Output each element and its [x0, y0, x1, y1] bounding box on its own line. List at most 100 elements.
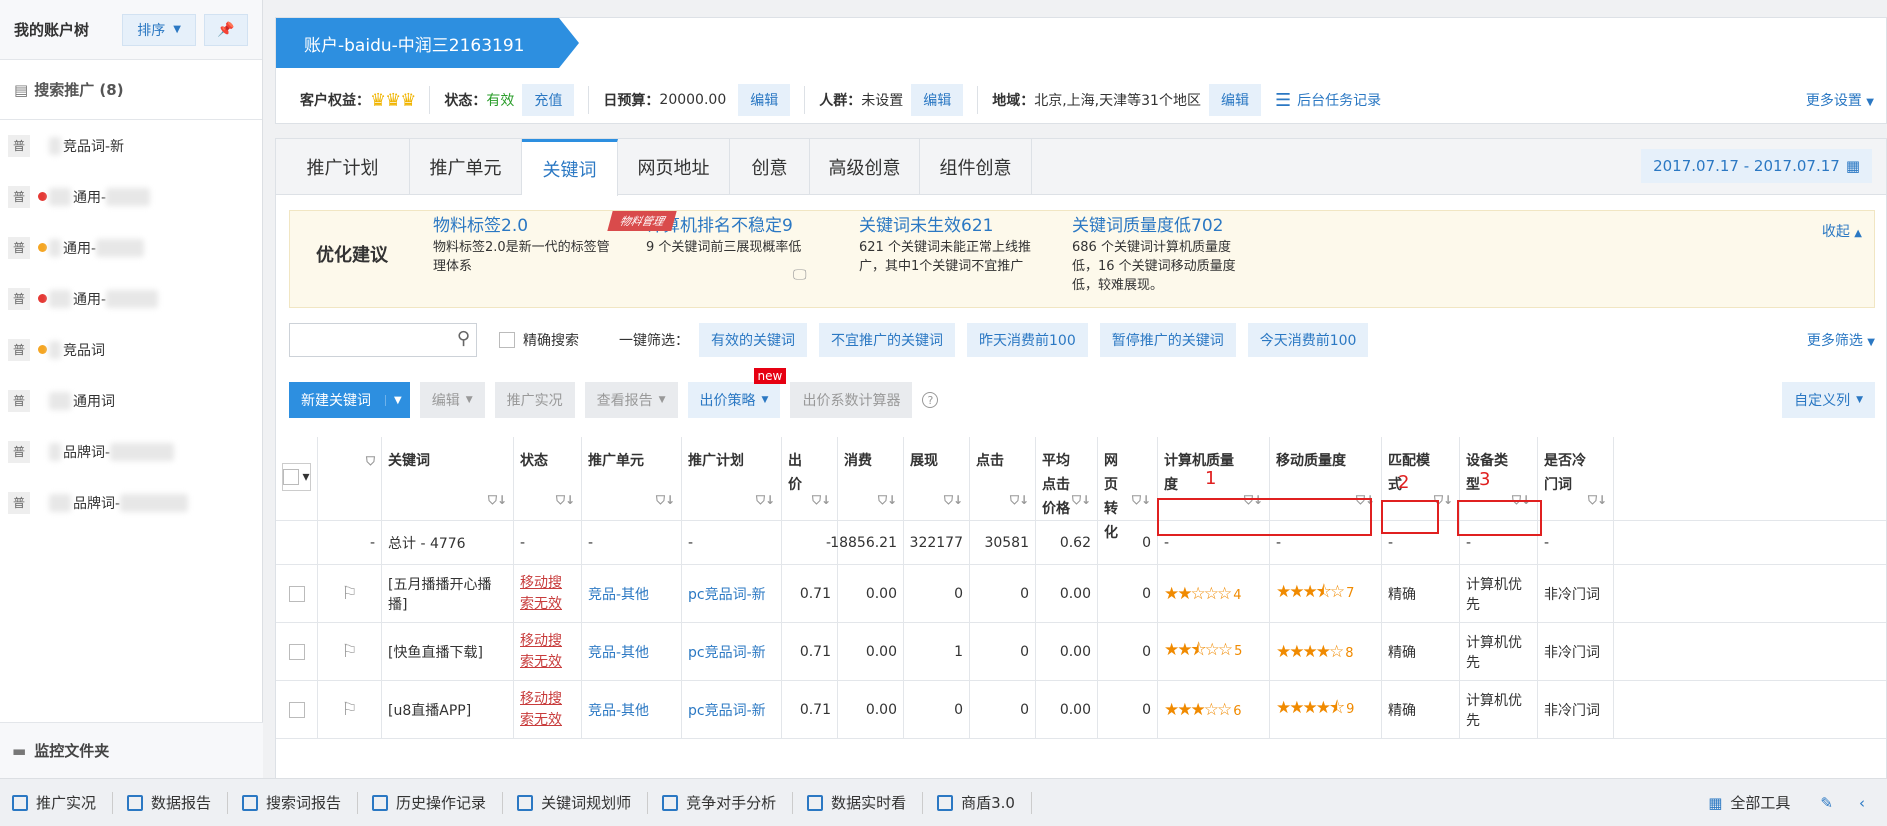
edit-button[interactable]: 编辑 ▼ [419, 382, 485, 418]
live-preview-button[interactable]: 推广实况 [494, 382, 575, 418]
table-cell: - [1538, 521, 1614, 564]
quick-filter-button[interactable]: 不宜推广的关键词 [819, 323, 955, 357]
new-keyword-button[interactable]: 新建关键词 ▼ [289, 382, 410, 418]
sort-icon[interactable]: ⛉↓ [1072, 488, 1091, 512]
row-checkbox[interactable] [288, 643, 305, 660]
sidebar-campaign-item[interactable]: 普 品牌词- [0, 477, 262, 528]
sort-icon[interactable]: ⛉↓ [656, 488, 675, 512]
sort-icon[interactable]: ⛉↓ [1132, 488, 1151, 512]
plan-link[interactable]: pc竞品词-新 [688, 642, 766, 662]
sidebar-campaign-item[interactable]: 普 品牌词- [0, 426, 262, 477]
bottom-tool-item[interactable]: 推广实况 [12, 791, 114, 814]
sort-icon[interactable]: ⛉↓ [756, 488, 775, 512]
monitor-folder[interactable]: ▬ 监控文件夹 [0, 722, 263, 778]
advice-item-link[interactable]: 关键词质量度低702 [1072, 217, 1282, 236]
unit-link[interactable]: 竞品-其他 [588, 700, 649, 720]
status-dot [38, 498, 47, 507]
bottom-tool-item[interactable]: 竞争对手分析 [662, 791, 794, 814]
total-cell: - [588, 534, 594, 551]
keyword-search-input[interactable]: ⚲ [289, 323, 477, 357]
sidebar-campaign-item[interactable]: 普 通用词 [0, 375, 262, 426]
sidebar-campaign-item[interactable]: 普 通用- [0, 222, 262, 273]
edit-region-button[interactable]: 编辑 [1208, 84, 1261, 116]
tab-2[interactable]: 推广单元 [410, 139, 522, 195]
date-range-picker[interactable]: 2017.07.17 - 2017.07.17 ▦ [1641, 149, 1872, 183]
chevron-left-icon[interactable]: ‹ [1859, 794, 1865, 812]
more-filters-link[interactable]: 更多筛选 ▼ [1807, 330, 1875, 350]
tab-4[interactable]: 网页地址 [618, 139, 730, 195]
custom-columns-button[interactable]: 自定义列 ▼ [1782, 382, 1875, 418]
sidebar-campaign-item[interactable]: 普 通用- [0, 171, 262, 222]
bid-value[interactable]: 0.71 [800, 644, 831, 660]
status-link[interactable]: 移动搜索无效 [520, 631, 564, 673]
tab-7[interactable]: 组件创意 [920, 139, 1032, 195]
flag-icon[interactable]: ⚐ [341, 583, 357, 604]
all-tools-button[interactable]: ▦ 全部工具 ✎ ‹ [1708, 792, 1865, 813]
bid-value[interactable]: 0.71 [800, 586, 831, 602]
bid-value[interactable]: 0.71 [800, 702, 831, 718]
tab-6[interactable]: 高级创意 [810, 139, 920, 195]
quick-filter-button[interactable]: 暂停推广的关键词 [1099, 323, 1236, 357]
quick-filter-button[interactable]: 今天消费前100 [1247, 323, 1369, 357]
select-all-dropdown[interactable]: ▾ [282, 463, 311, 491]
match-type[interactable]: 精确 [1388, 700, 1416, 720]
sort-icon[interactable]: ⛉↓ [1588, 488, 1607, 512]
sidebar-campaign-item[interactable]: 普 竞品词 [0, 324, 262, 375]
plan-link[interactable]: pc竞品词-新 [688, 584, 766, 604]
status-link[interactable]: 移动搜索无效 [520, 573, 564, 615]
device-type[interactable]: 计算机优先 [1466, 690, 1531, 730]
sort-button[interactable]: 排序 ▼ [122, 13, 196, 46]
bottom-tool-item[interactable]: 搜索词报告 [242, 791, 359, 814]
bottom-tool-item[interactable]: 历史操作记录 [372, 791, 504, 814]
advice-item-link[interactable]: 计算机排名不稳定9 [646, 217, 856, 236]
status-link[interactable]: 移动搜索无效 [520, 689, 564, 731]
sort-icon[interactable]: ⛉↓ [488, 488, 507, 512]
device-type[interactable]: 计算机优先 [1466, 632, 1531, 672]
quick-filter-button[interactable]: 昨天消费前100 [967, 323, 1088, 357]
match-type[interactable]: 精确 [1388, 584, 1416, 604]
bottom-tool-item[interactable]: 商盾3.0 [937, 791, 1032, 814]
task-log-link[interactable]: 后台任务记录 [1297, 90, 1381, 110]
filter-icon[interactable]: ⛉ [366, 449, 375, 473]
more-settings-link[interactable]: 更多设置 ▼ [1806, 90, 1874, 110]
tab-1[interactable]: 推广计划 [276, 139, 410, 195]
sort-icon[interactable]: ⛉↓ [878, 488, 897, 512]
bid-coefficient-calculator-button[interactable]: 出价系数计算器 [790, 382, 913, 418]
edit-crowd-button[interactable]: 编辑 [911, 84, 964, 116]
sidebar-campaign-item[interactable]: 普 通用- [0, 273, 262, 324]
exact-search-checkbox[interactable] [499, 332, 515, 348]
caret-down-icon[interactable]: ▼ [385, 394, 410, 406]
match-type[interactable]: 精确 [1388, 642, 1416, 662]
plan-link[interactable]: pc竞品词-新 [688, 700, 766, 720]
unit-link[interactable]: 竞品-其他 [588, 642, 649, 662]
select-all-checkbox[interactable] [283, 469, 300, 485]
pin-button[interactable]: 📌 [204, 13, 248, 46]
search-icon[interactable]: ⚲ [457, 328, 470, 349]
sort-icon[interactable]: ⛉↓ [944, 488, 963, 512]
unit-link[interactable]: 竞品-其他 [588, 584, 649, 604]
advice-item-link[interactable]: 关键词未生效621 [859, 217, 1069, 236]
bid-strategy-button[interactable]: 出价策略 ▼ new [687, 368, 787, 418]
row-checkbox[interactable] [288, 701, 305, 718]
tab-3[interactable]: 关键词 [522, 139, 618, 196]
edit-budget-button[interactable]: 编辑 [738, 84, 791, 116]
sort-icon[interactable]: ⛉↓ [556, 488, 575, 512]
tab-5[interactable]: 创意 [730, 139, 810, 195]
sort-icon[interactable]: ⛉↓ [1010, 488, 1029, 512]
search-promotion-node[interactable]: ▤ 搜索推广 (8) [0, 60, 262, 120]
help-icon[interactable]: ? [922, 392, 939, 408]
flag-icon[interactable]: ⚐ [341, 699, 357, 720]
sidebar-campaign-item[interactable]: 普 竞品词-新 [0, 120, 262, 171]
device-type[interactable]: 计算机优先 [1466, 574, 1531, 614]
row-checkbox[interactable] [288, 585, 305, 602]
recharge-button[interactable]: 充值 [522, 84, 575, 116]
edit-icon[interactable]: ✎ [1820, 794, 1833, 812]
bottom-tool-item[interactable]: 关键词规划师 [517, 791, 649, 814]
collapse-advice-button[interactable]: 收起 ▲ [1822, 221, 1862, 241]
bottom-tool-item[interactable]: 数据实时看 [807, 791, 924, 814]
flag-icon[interactable]: ⚐ [341, 641, 357, 662]
sort-icon[interactable]: ⛉↓ [812, 488, 831, 512]
view-report-button[interactable]: 查看报告 ▼ [584, 382, 678, 418]
quick-filter-button[interactable]: 有效的关键词 [699, 323, 807, 357]
bottom-tool-item[interactable]: 数据报告 [127, 791, 229, 814]
